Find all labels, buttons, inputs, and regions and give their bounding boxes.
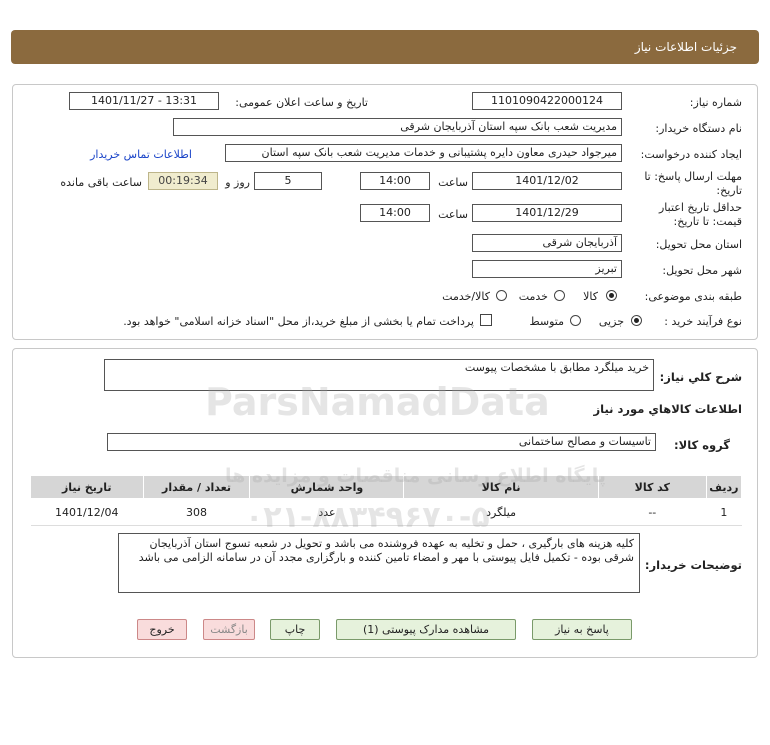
goods-group-field: تاسیسات و مصالح ساختمانی	[107, 433, 656, 451]
summary-label: شرح کلي نياز:	[659, 370, 742, 384]
announce-label: تاریخ و ساعت اعلان عمومی:	[235, 96, 368, 109]
province-field: آذربایجان شرقی	[472, 234, 622, 252]
reply-date-field: 1401/12/02	[472, 172, 622, 190]
cell-code: --	[598, 498, 707, 526]
validity-label: حداقل تاریخ اعتبار	[658, 201, 742, 214]
cell-name: میلگرد	[403, 498, 599, 526]
treasury-payment-note: پرداخت تمام یا بخشی از مبلغ خرید،از محل …	[123, 315, 474, 328]
cell-unit: عدد	[249, 498, 404, 526]
creator-label: ایجاد کننده درخواست:	[640, 148, 742, 161]
category-option-service: خدمت	[518, 290, 548, 303]
province-label: استان محل تحویل:	[655, 238, 742, 251]
items-table: ردیف کد کالا نام کالا واحد شمارش تعداد /…	[30, 475, 743, 526]
col-unit: واحد شمارش	[249, 475, 405, 499]
reply-button[interactable]: پاسخ به نیاز	[532, 619, 632, 640]
remaining-time-field: 00:19:34	[148, 172, 218, 190]
buyer-notes-field: کلیه هزینه های بارگیری ، حمل و تخلیه به …	[118, 533, 640, 593]
reply-time-field: 14:00	[360, 172, 430, 190]
category-radio-goods[interactable]	[606, 290, 617, 301]
buyer-org-field: مدیریت شعب بانک سپه استان آذربایجان شرقی	[173, 118, 622, 136]
process-option-medium: متوسط	[529, 315, 564, 328]
process-radio-minor[interactable]	[631, 315, 642, 326]
category-option-goods-service: کالا/خدمت	[442, 290, 490, 303]
city-label: شهر محل تحویل:	[662, 264, 742, 277]
col-code: کد کالا	[597, 475, 707, 499]
announce-datetime-field: 1401/11/27 - 13:31	[69, 92, 219, 110]
category-label: طبقه بندی موضوعی:	[644, 290, 742, 303]
reply-deadline-label-2: تاریخ:	[716, 184, 742, 197]
items-table-header: ردیف کد کالا نام کالا واحد شمارش تعداد /…	[30, 475, 743, 499]
exit-button[interactable]: خروج	[137, 619, 187, 640]
buyer-notes-label: توضیحات خریدار:	[644, 558, 742, 572]
col-row: ردیف	[705, 475, 743, 499]
category-radio-goods-service[interactable]	[496, 290, 507, 301]
summary-field: خرید میلگرد مطابق با مشخصات پیوست	[104, 359, 654, 391]
validity-time-label: ساعت	[438, 208, 468, 221]
goods-group-label: گروه کالا:	[674, 438, 730, 452]
process-option-minor: جزیی	[598, 315, 624, 328]
cell-quantity: 308	[143, 498, 250, 526]
category-option-goods: کالا	[583, 290, 598, 303]
items-heading: اطلاعات کالاهاي مورد نياز	[593, 402, 742, 416]
validity-label-2: قیمت: تا تاریخ:	[673, 215, 742, 228]
category-radio-service[interactable]	[554, 290, 565, 301]
page-title-bar: جزئیات اطلاعات نیاز	[11, 30, 759, 64]
view-attachments-button[interactable]: مشاهده مدارک پیوستی (1)	[336, 619, 516, 640]
cell-row: 1	[706, 498, 742, 526]
process-radio-medium[interactable]	[570, 315, 581, 326]
reply-deadline-label: مهلت ارسال پاسخ: تا	[644, 170, 742, 183]
days-remaining-field: 5	[254, 172, 322, 190]
page-title: جزئیات اطلاعات نیاز	[634, 40, 737, 54]
treasury-payment-checkbox[interactable]	[480, 314, 492, 326]
need-number-field: 1101090422000124	[472, 92, 622, 110]
back-button[interactable]: بازگشت	[203, 619, 255, 640]
city-field: تبریز	[472, 260, 622, 278]
reply-time-label: ساعت	[438, 176, 468, 189]
validity-date-field: 1401/12/29	[472, 204, 622, 222]
process-label: نوع فرآیند خرید :	[664, 315, 742, 328]
table-row: 1 -- میلگرد عدد 308 1401/12/04	[30, 498, 742, 526]
buyer-org-label: نام دستگاه خریدار:	[655, 122, 742, 135]
col-quantity: تعداد / مقدار	[142, 475, 251, 499]
print-button[interactable]: چاپ	[270, 619, 320, 640]
days-label: روز و	[225, 176, 250, 189]
remaining-time-label: ساعت باقی مانده	[60, 176, 142, 189]
buyer-contact-link[interactable]: اطلاعات تماس خریدار	[90, 148, 192, 161]
cell-need-date: 1401/12/04	[30, 498, 143, 526]
need-number-label: شماره نیاز:	[689, 96, 742, 109]
col-name: نام کالا	[403, 475, 599, 499]
col-need-date: تاریخ نیاز	[30, 475, 144, 499]
validity-time-field: 14:00	[360, 204, 430, 222]
creator-field: میرجواد حیدری معاون دایره پشتیبانی و خدم…	[225, 144, 622, 162]
